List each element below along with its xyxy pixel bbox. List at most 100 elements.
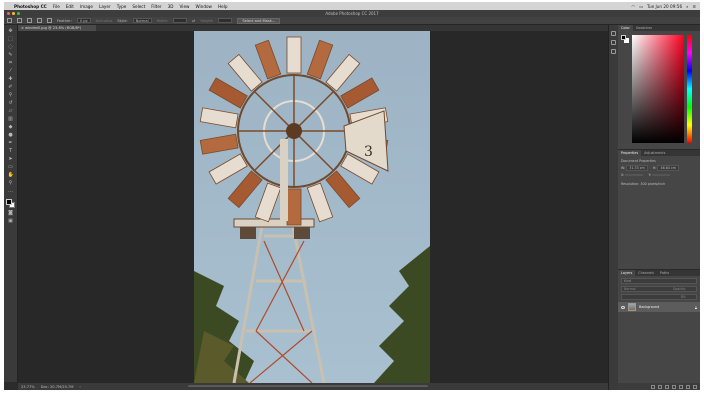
- app-menu[interactable]: Photoshop CC: [14, 4, 47, 9]
- antialias-checkbox[interactable]: Anti-alias: [96, 19, 113, 23]
- eyedropper-tool-icon[interactable]: ⁄: [8, 69, 14, 74]
- brush-panel-icon[interactable]: [611, 40, 616, 45]
- hand-tool-icon[interactable]: ✋: [8, 173, 14, 178]
- screen-mode-icon[interactable]: ▣: [8, 219, 14, 224]
- hue-slider[interactable]: [687, 35, 692, 143]
- marquee-tool-icon[interactable]: ⬚: [8, 37, 14, 42]
- add-mask-icon[interactable]: [665, 384, 669, 389]
- tool-preset-icon[interactable]: [7, 18, 12, 23]
- layer-filter[interactable]: Kind: [621, 278, 697, 284]
- healing-tool-icon[interactable]: ✚: [8, 77, 14, 82]
- layer-style-icon[interactable]: [658, 384, 662, 389]
- menu-select[interactable]: Select: [132, 4, 145, 9]
- quick-mask-icon[interactable]: ◙: [8, 211, 14, 216]
- menu-edit[interactable]: Edit: [66, 4, 74, 9]
- swap-icon[interactable]: ⇄: [192, 19, 195, 23]
- new-layer-icon[interactable]: [686, 384, 690, 389]
- crop-tool-icon[interactable]: ⌗: [8, 61, 14, 66]
- height-input[interactable]: [218, 18, 233, 23]
- menu-layer[interactable]: Layer: [99, 4, 111, 9]
- menu-type[interactable]: Type: [117, 4, 127, 9]
- feather-input[interactable]: 0 px: [76, 18, 91, 23]
- path-select-tool-icon[interactable]: ➤: [8, 157, 14, 162]
- lasso-tool-icon[interactable]: ◌: [8, 45, 14, 50]
- tab-channels[interactable]: Channels: [635, 270, 657, 276]
- adjustment-layer-icon[interactable]: [672, 384, 676, 389]
- menu-list-icon[interactable]: ≡: [692, 4, 696, 9]
- options-bar: Feather: 0 px Anti-alias Style: Normal W…: [4, 17, 700, 25]
- menu-image[interactable]: Image: [80, 4, 93, 9]
- menu-help[interactable]: Help: [218, 4, 228, 9]
- height-field[interactable]: 46.64 cm: [657, 165, 679, 171]
- y-field[interactable]: [652, 174, 671, 176]
- minimize-window-button[interactable]: [12, 12, 15, 15]
- tab-properties[interactable]: Properties: [618, 150, 642, 156]
- window-controls: [7, 12, 20, 15]
- intersect-selection-icon[interactable]: [47, 18, 52, 23]
- more-tools-icon[interactable]: …: [8, 189, 14, 194]
- status-arrow-icon[interactable]: ›: [79, 385, 80, 389]
- tab-swatches[interactable]: Swatches: [633, 25, 655, 31]
- layer-row-background[interactable]: Background 🔒︎: [618, 302, 700, 312]
- type-tool-icon[interactable]: T: [8, 149, 14, 154]
- horizontal-scrollbar[interactable]: [188, 385, 428, 387]
- tab-adjustments[interactable]: Adjustments: [641, 150, 668, 156]
- libraries-panel-icon[interactable]: [611, 49, 616, 54]
- panel-foreground-swatch[interactable]: [621, 35, 626, 40]
- menu-window[interactable]: Window: [195, 4, 212, 9]
- search-icon[interactable]: ⌕: [686, 4, 688, 9]
- gradient-tool-icon[interactable]: ▥: [8, 117, 14, 122]
- select-and-mask-button[interactable]: Select and Mask...: [237, 17, 281, 24]
- menu-3d[interactable]: 3D: [168, 4, 174, 9]
- trash-icon[interactable]: [693, 384, 697, 389]
- zoom-tool-icon[interactable]: ⚲: [8, 181, 14, 186]
- quick-select-tool-icon[interactable]: ✎: [8, 53, 14, 58]
- blend-mode-select[interactable]: Normal: [624, 287, 636, 291]
- pen-tool-icon[interactable]: ✒: [8, 141, 14, 146]
- layer-thumbnail: [628, 303, 636, 311]
- tab-color[interactable]: Color: [618, 25, 633, 31]
- x-field[interactable]: [625, 174, 644, 176]
- move-tool-icon[interactable]: ✥: [8, 29, 14, 34]
- wifi-icon[interactable]: ◠: [631, 4, 635, 9]
- style-select[interactable]: Normal: [132, 18, 152, 23]
- brush-tool-icon[interactable]: ✐: [8, 85, 14, 90]
- blur-tool-icon[interactable]: ◆: [8, 125, 14, 130]
- history-brush-tool-icon[interactable]: ↺: [8, 101, 14, 106]
- zoom-level[interactable]: 23.77%: [21, 385, 35, 389]
- eye-icon[interactable]: [621, 305, 625, 309]
- clock[interactable]: Tue Jun 20 09:56: [647, 4, 682, 9]
- clone-stamp-tool-icon[interactable]: ⚲: [8, 93, 14, 98]
- color-swatches[interactable]: [6, 199, 15, 208]
- canvas-area[interactable]: 3: [18, 31, 608, 383]
- windmill-photo[interactable]: 3: [194, 31, 430, 383]
- eraser-tool-icon[interactable]: ▱: [8, 109, 14, 114]
- foreground-color-swatch[interactable]: [6, 199, 12, 205]
- close-window-button[interactable]: [7, 12, 10, 15]
- panel-icon-column: [608, 25, 618, 390]
- width-input[interactable]: [173, 18, 188, 23]
- battery-icon[interactable]: ▭: [639, 4, 643, 9]
- panel-color-swatches[interactable]: [621, 35, 629, 43]
- new-group-icon[interactable]: [679, 384, 683, 389]
- position-row: X: Y:: [618, 172, 700, 178]
- opacity-label[interactable]: Opacity:: [673, 287, 686, 291]
- fill-label[interactable]: Fill:: [681, 295, 686, 299]
- zoom-window-button[interactable]: [17, 12, 20, 15]
- color-picker-field[interactable]: [632, 35, 684, 143]
- link-layers-icon[interactable]: [651, 384, 655, 389]
- history-panel-icon[interactable]: [611, 31, 616, 36]
- subtract-selection-icon[interactable]: [37, 18, 42, 23]
- tab-layers[interactable]: Layers: [618, 270, 636, 276]
- width-field[interactable]: 31.33 cm: [626, 165, 648, 171]
- new-selection-icon[interactable]: [17, 18, 22, 23]
- x-label: X:: [621, 173, 625, 177]
- tab-paths[interactable]: Paths: [657, 270, 672, 276]
- shape-tool-icon[interactable]: ▭: [8, 165, 14, 170]
- menu-file[interactable]: File: [53, 4, 60, 9]
- menu-view[interactable]: View: [180, 4, 190, 9]
- doc-size[interactable]: Doc: 20.7M/20.7M: [41, 385, 74, 389]
- dodge-tool-icon[interactable]: ●: [8, 133, 14, 138]
- add-selection-icon[interactable]: [27, 18, 32, 23]
- menu-filter[interactable]: Filter: [151, 4, 161, 9]
